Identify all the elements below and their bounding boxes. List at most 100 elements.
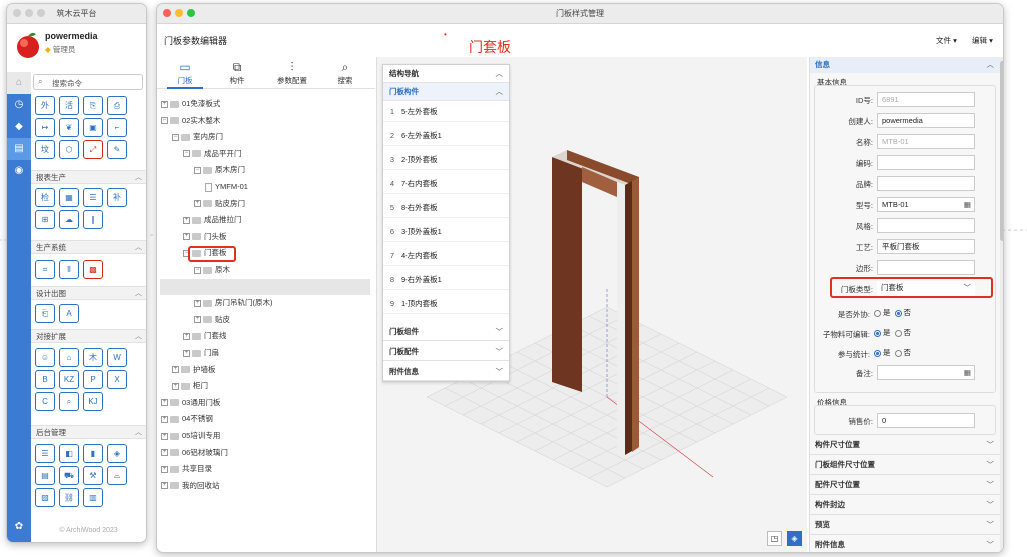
wps-icon[interactable]: W — [107, 348, 127, 367]
part-row[interactable]: 7 4-左内套板 — [383, 246, 509, 266]
cube-icon[interactable]: ◆ — [7, 116, 31, 138]
circle-icon[interactable]: ◉ — [7, 160, 31, 182]
magnify-icon[interactable]: ⌕ — [59, 392, 79, 411]
field-input[interactable] — [877, 155, 975, 170]
expand-toggle-icon[interactable]: + — [183, 349, 190, 357]
tab-params[interactable]: ⫶ 参数配置 — [269, 57, 315, 89]
scan-icon[interactable]: ⌗ — [35, 260, 55, 279]
tree-node[interactable]: + 柜门 — [172, 378, 208, 394]
field-input[interactable]: powermedia — [877, 113, 975, 128]
part-row[interactable]: 5 8-右外套板 — [383, 198, 509, 218]
tool-icon[interactable]: ⚒ — [83, 466, 103, 485]
editable-no-radio[interactable] — [894, 329, 902, 337]
edit-menu[interactable]: 编辑 ▾ — [972, 35, 993, 46]
tree-node[interactable]: +05培训专用 — [161, 428, 220, 444]
bar-icon[interactable]: B — [35, 370, 55, 389]
minimize-button[interactable] — [175, 9, 183, 17]
clock-icon[interactable]: ◷ — [7, 94, 31, 116]
tool-kz[interactable]: KZ — [59, 370, 79, 389]
tree-node[interactable]: +06铝材玻璃门 — [161, 445, 228, 461]
link-icon[interactable]: ⛓ — [59, 488, 79, 507]
info-header[interactable]: 信息 ︿ — [810, 57, 1000, 73]
expand-toggle-icon[interactable]: + — [183, 233, 190, 241]
pdf-icon[interactable]: P — [83, 370, 103, 389]
tree-node[interactable]: − 成品平开门 — [183, 146, 242, 162]
barcode-icon[interactable]: ⦀ — [59, 260, 79, 279]
expand-toggle-icon[interactable]: + — [161, 465, 168, 473]
accordion-header[interactable]: 配件尺寸位置 ﹀ — [810, 475, 1000, 495]
tree-node[interactable]: − 室内房门 — [172, 129, 223, 145]
part-row[interactable]: 6 3-顶外盖板1 — [383, 222, 509, 242]
close-button[interactable] — [13, 9, 21, 17]
tool-check[interactable]: 检 — [35, 188, 55, 207]
parts-header[interactable]: 门板构件 ︿ — [383, 83, 509, 101]
note-field[interactable]: ▦ — [877, 365, 975, 380]
accordion-header[interactable]: 门板组件尺寸位置 ﹀ — [810, 455, 1000, 475]
part-row[interactable]: 4 7-右内套板 — [383, 174, 509, 194]
part-row[interactable]: 9 1-顶内套板 — [383, 294, 509, 314]
resize-icon[interactable]: ⤢ — [83, 140, 103, 159]
zoom-button[interactable] — [37, 9, 45, 17]
drawing-icon[interactable]: ⎗ — [35, 304, 55, 323]
accordion-header[interactable]: 预览 ﹀ — [810, 515, 1000, 535]
grid-doc-icon[interactable]: ⊞ — [35, 210, 55, 229]
accordion-header[interactable]: 构件尺寸位置 ﹀ — [810, 435, 1000, 455]
expand-toggle-icon[interactable]: + — [194, 316, 201, 324]
tree-node[interactable]: + 房门吊轨门(原木) — [194, 295, 273, 311]
cubes-icon[interactable]: ⬡ — [59, 140, 79, 159]
accordion-header[interactable]: 附件信息 ﹀ — [810, 535, 1000, 552]
expand-toggle-icon[interactable]: + — [183, 216, 190, 224]
part-row[interactable]: 3 2-顶外套板 — [383, 150, 509, 170]
expand-toggle-icon[interactable]: + — [161, 399, 168, 407]
section-report[interactable]: 报表生产 ︿ — [31, 170, 146, 184]
settings-icon[interactable]: ✿ — [7, 516, 31, 538]
tree-node[interactable]: + 贴皮 — [194, 312, 230, 328]
tool-bu[interactable]: 补 — [107, 188, 127, 207]
tree-node[interactable]: + 我的回收站 — [161, 478, 220, 494]
image-icon[interactable]: ▣ — [83, 118, 103, 137]
doc-gear-icon[interactable]: ⎘ — [83, 96, 103, 115]
expand-toggle-icon[interactable]: + — [161, 432, 168, 440]
tree-node[interactable]: + 门头板 — [183, 229, 227, 245]
expand-toggle-icon[interactable]: − — [194, 166, 201, 174]
server-icon[interactable]: ▤ — [35, 466, 55, 485]
field-input[interactable] — [877, 176, 975, 191]
door-assembly-header[interactable]: 门板组件 ﹀ — [383, 323, 509, 341]
expand-toggle-icon[interactable]: + — [161, 482, 168, 490]
expand-toggle-icon[interactable]: + — [194, 200, 201, 208]
book-icon[interactable]: ▮ — [83, 444, 103, 463]
scrollbar-thumb[interactable] — [1000, 61, 1003, 241]
expand-toggle-icon[interactable]: + — [183, 332, 190, 340]
command-search[interactable]: ⌕ 搜索命令 — [33, 74, 143, 90]
editable-yes-radio[interactable] — [874, 329, 881, 337]
export-icon[interactable]: ↦ — [35, 118, 55, 137]
section-design[interactable]: 设计出图 ︿ — [31, 286, 146, 300]
pen-icon[interactable]: ✎ — [107, 140, 127, 159]
avatar[interactable] — [13, 30, 43, 60]
tree-node[interactable]: +03通用门板 — [161, 395, 220, 411]
print-icon[interactable]: ⎙ — [107, 96, 127, 115]
statistics-no-radio[interactable] — [894, 349, 902, 357]
expand-toggle-icon[interactable]: + — [161, 100, 168, 108]
tree-node[interactable]: − 原木房门 — [194, 162, 245, 178]
zoom-button[interactable] — [187, 9, 195, 17]
file-menu[interactable]: 文件 ▾ — [936, 35, 957, 46]
tree-node[interactable]: + 门套线 — [183, 328, 227, 344]
qrcode-icon[interactable]: ▩ — [83, 260, 103, 279]
tool-wen[interactable]: 坟 — [35, 140, 55, 159]
corner-icon[interactable]: ⌐ — [107, 118, 127, 137]
tree-node[interactable]: +04不锈钢 — [161, 411, 213, 427]
statistics-yes-radio[interactable] — [874, 349, 881, 357]
truck-icon[interactable]: ⛟ — [59, 466, 79, 485]
smile-icon[interactable]: ☺ — [35, 348, 55, 367]
calendar-icon[interactable]: ▦ — [964, 366, 971, 379]
database-icon[interactable]: ☰ — [35, 444, 55, 463]
stack-icon[interactable]: ◈ — [107, 444, 127, 463]
store-icon[interactable]: ⌂ — [59, 348, 79, 367]
tree-node[interactable]: − 原木 — [194, 262, 230, 278]
tool-wai[interactable]: 外 — [35, 96, 55, 115]
tree-node[interactable]: − 02实木整木 — [161, 113, 220, 129]
field-input[interactable] — [877, 218, 975, 233]
tool-mu[interactable]: 木 — [83, 348, 103, 367]
expand-toggle-icon[interactable]: + — [172, 366, 179, 374]
